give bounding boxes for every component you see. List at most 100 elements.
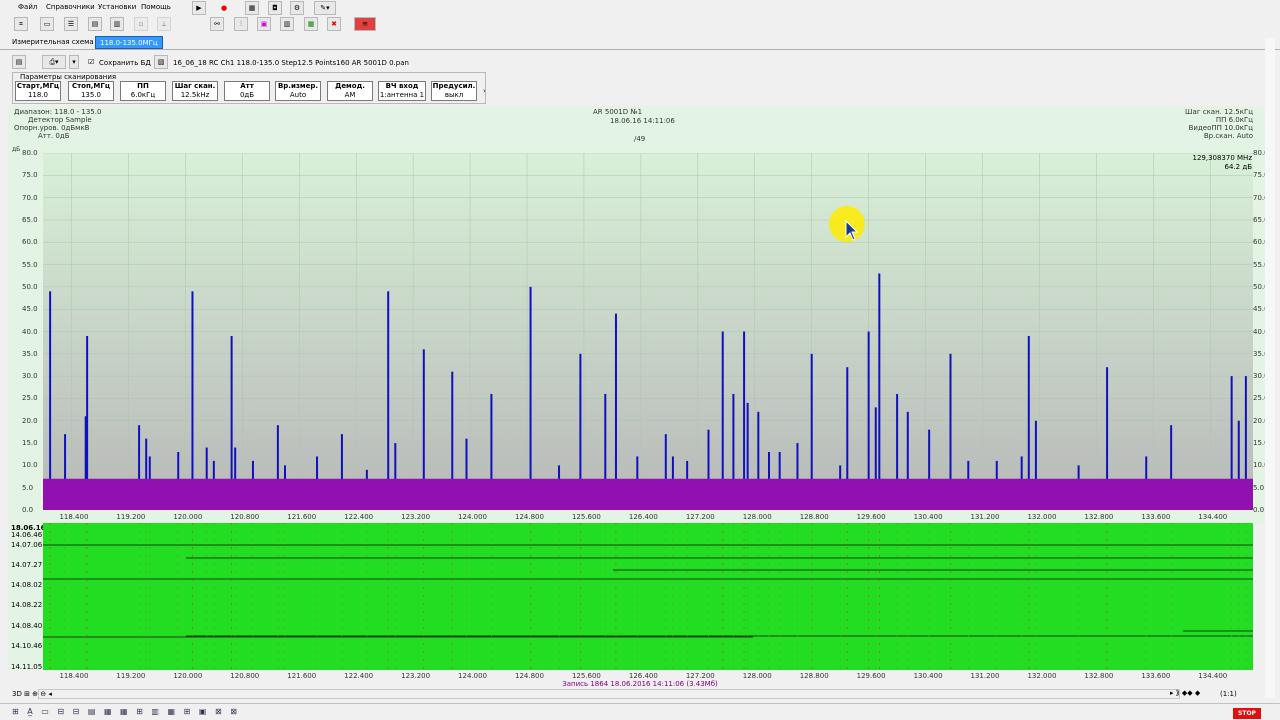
params-more-icon[interactable]: ›: [483, 87, 486, 95]
file-icon[interactable]: ▧: [154, 55, 168, 69]
info-video-bw: ВидеоПП 10.0кГц: [1188, 124, 1253, 132]
param-label: Демод.: [335, 82, 365, 90]
x-tick-label: 131.200: [970, 513, 1000, 521]
tab-measurement-scheme[interactable]: Измерительная схема: [8, 36, 98, 49]
tab-frequency-range[interactable]: 118.0-135.0МГц: [95, 36, 163, 49]
x-tick-label: 120.000: [173, 672, 203, 680]
x-tick-label: 121.600: [287, 513, 317, 521]
y-tick-label: 70.0: [22, 193, 38, 202]
param-button-2[interactable]: ПП 6.0кГц: [120, 81, 166, 101]
y-tick-label: 65.0: [22, 215, 38, 224]
x-tick-label: 120.000: [173, 513, 203, 521]
bottom-toolbar: ⊞ A̲ ▭ ⊟ ⊟ ▤ ▦ ▦ ⊞ ▥ ▦ ⊞ ▣ ⊠ ⊠: [0, 703, 1280, 720]
y-tick-label: 15.0: [22, 439, 38, 448]
spectrum-icon[interactable]: ≋: [354, 17, 376, 31]
chart-icon[interactable]: ▣: [257, 17, 271, 31]
waterfall-time-label: 14.08.22: [11, 601, 43, 609]
param-label: Предусил.: [432, 82, 476, 90]
list-icon[interactable]: ☰: [64, 17, 78, 31]
x-tick-label: 132.800: [1084, 513, 1114, 521]
x-tick-label: 124.000: [458, 672, 487, 680]
info-bw: ПП 6.0кГц: [1215, 116, 1253, 124]
stop-button[interactable]: STOP: [1233, 708, 1261, 719]
param-button-3[interactable]: Шаг скан. 12.5kHz: [172, 81, 218, 101]
info-ref-level: Опорн.уров. 0дБмкВ: [14, 124, 90, 132]
doc-icon[interactable]: ▥: [110, 17, 124, 31]
x-tick-label: 132.800: [1084, 672, 1114, 680]
scan-toolbar: ▤ ⎙▾ ▾ ☑ Сохранить БД ▧ 16_06_18 RC Ch1 …: [0, 53, 1280, 70]
x-tick-label: 131.200: [970, 672, 1000, 680]
y-tick-label: 30.0: [22, 372, 38, 381]
x-tick-label: 128.000: [742, 672, 772, 680]
save-checkbox[interactable]: ☑: [88, 58, 94, 66]
antenna-icon[interactable]: ⟂: [157, 17, 171, 31]
menu-help[interactable]: Помощь: [141, 3, 171, 11]
zoom-label: (1:1): [1220, 690, 1237, 698]
param-button-0[interactable]: Старт,МГц 118.0: [15, 81, 61, 101]
param-button-8[interactable]: Предусил. выкл: [431, 81, 477, 101]
tab-bar: Измерительная схема 118.0-135.0МГц: [0, 34, 1280, 50]
param-value: 118.0: [27, 91, 49, 99]
scroll-right-icon[interactable]: ▸ ⟫ ◆◆ ◆: [1170, 689, 1200, 697]
record-icon[interactable]: ●: [217, 1, 231, 15]
vertical-scrollbar[interactable]: [1265, 38, 1275, 698]
tools-dropdown-icon[interactable]: ✎▾: [314, 1, 336, 15]
signal-peak: [49, 291, 52, 510]
x-tick-label: 134.400: [1198, 513, 1228, 521]
noise-floor: [43, 478, 1253, 510]
y-tick-label: 0.0: [22, 506, 34, 514]
param-button-5[interactable]: Вр.измер. Auto: [275, 81, 321, 101]
scan-params-title: Параметры сканирования: [18, 73, 119, 81]
delete-icon[interactable]: ✖: [327, 17, 341, 31]
signal-peak: [529, 286, 532, 510]
camera-icon[interactable]: ◘: [268, 1, 282, 15]
printer-icon[interactable]: ⎙▾: [42, 55, 66, 69]
columns-icon[interactable]: ▥: [280, 17, 294, 31]
sliders-icon[interactable]: ⫶: [234, 17, 248, 31]
menu-settings[interactable]: Установки: [98, 3, 136, 11]
signal-peak: [387, 291, 390, 510]
new-icon[interactable]: ⌗: [14, 17, 28, 31]
bottom-tools-icon[interactable]: ⊞ A̲ ▭ ⊟ ⊟ ▤ ▦ ▦ ⊞ ▥ ▦ ⊞ ▣ ⊠ ⊠: [12, 707, 240, 716]
dropdown-icon[interactable]: ▾: [69, 55, 79, 69]
grid-icon[interactable]: ▦: [245, 1, 259, 15]
param-button-4[interactable]: Атт 0дБ: [224, 81, 270, 101]
export-icon[interactable]: ▦: [304, 17, 318, 31]
x-tick-label: 130.400: [913, 513, 943, 521]
param-button-7[interactable]: ВЧ вход 1:антенна 1: [378, 81, 426, 101]
y-tick-label-right: 0.0: [1253, 506, 1265, 514]
search-settings-icon[interactable]: ⚙: [290, 1, 304, 15]
info-count: /49: [634, 135, 646, 143]
info-scan-time: Вр.скан. Auto: [1203, 132, 1253, 140]
x-tick-label: 129.600: [856, 672, 886, 680]
waterfall-chart[interactable]: [43, 523, 1253, 670]
link-icon[interactable]: ⚯: [210, 17, 224, 31]
horizontal-scrollbar[interactable]: [38, 689, 1180, 699]
disabled-icon[interactable]: ▫: [134, 17, 148, 31]
menu-file[interactable]: Файл: [18, 3, 37, 11]
x-tick-label: 130.400: [913, 672, 943, 680]
menu-references[interactable]: Справочники: [46, 3, 95, 11]
x-tick-label: 125.600: [571, 513, 601, 521]
param-value: 1:антенна 1: [379, 91, 425, 99]
waterfall-time-label: 14.08.40: [11, 622, 43, 630]
play-icon[interactable]: ▶: [192, 1, 206, 15]
mouse-cursor-icon: [845, 220, 859, 241]
param-label: Шаг скан.: [174, 82, 216, 90]
param-label: Атт: [240, 82, 254, 90]
x-tick-label: 129.600: [856, 513, 886, 521]
scan-icon[interactable]: ▤: [12, 55, 26, 69]
waterfall-time-label: 14.07.27: [11, 561, 43, 569]
view-controls-icon[interactable]: 3D ⊞ ⊕ ⊖ ◂: [12, 690, 52, 698]
param-button-6[interactable]: Демод. AM: [327, 81, 373, 101]
param-value: Auto: [289, 91, 307, 99]
x-tick-label: 132.000: [1027, 513, 1057, 521]
param-button-1[interactable]: Стоп,МГц 135.0: [68, 81, 114, 101]
x-tick-label: 125.600: [571, 672, 601, 680]
table-icon[interactable]: ▤: [88, 17, 102, 31]
spectrum-chart[interactable]: [43, 153, 1253, 510]
window-icon[interactable]: ▭: [40, 17, 54, 31]
y-tick-label: 20.0: [22, 416, 38, 425]
x-tick-label: 127.200: [685, 672, 715, 680]
y-tick-label: 60.0: [22, 238, 38, 247]
